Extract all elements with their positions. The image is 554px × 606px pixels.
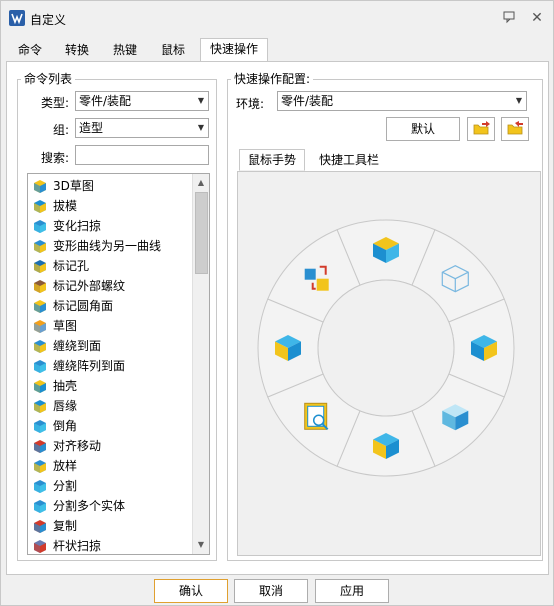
list-item-label: 杆状扫掠 xyxy=(53,539,102,553)
hole-mark-icon xyxy=(34,260,46,273)
cancel-button[interactable]: 取消 xyxy=(234,579,308,603)
tab-commands[interactable]: 命令 xyxy=(7,39,53,61)
customize-dialog: 自定义 ✕ 命令 转换 热键 鼠标 快速操作 命令列表 类型: 零件/装配 ▼ … xyxy=(0,0,554,606)
list-item-label: 缠绕到面 xyxy=(53,339,102,353)
chevron-down-icon: ▼ xyxy=(197,96,204,105)
group-select[interactable]: 造型 ▼ xyxy=(75,118,209,138)
type-label: 类型: xyxy=(41,96,70,110)
folder-open-icon xyxy=(473,121,490,135)
scroll-up-icon[interactable]: ▲ xyxy=(193,175,209,191)
list-item-label: 标记圆角面 xyxy=(53,299,114,313)
copy-icon xyxy=(34,520,46,533)
fillet-mark-icon xyxy=(34,300,46,313)
scroll-thumb[interactable] xyxy=(195,192,208,274)
wrap-face-icon xyxy=(34,340,46,353)
list-item-label: 标记孔 xyxy=(53,259,90,273)
morph-curve-icon xyxy=(34,240,46,253)
ok-button[interactable]: 确认 xyxy=(154,579,228,603)
command-listbox[interactable]: 3D草图拔模变化扫掠变形曲线为另一曲线 标记孔标记外部螺纹 标记圆角面草图缠绕到面缠… xyxy=(27,173,210,555)
type-value: 零件/装配 xyxy=(79,94,132,108)
list-item-label: 分割 xyxy=(53,479,78,493)
align-move-icon xyxy=(34,440,46,453)
chamfer-icon xyxy=(34,420,46,433)
scroll-down-icon[interactable]: ▼ xyxy=(193,537,209,553)
list-item-label: 标记外部螺纹 xyxy=(53,279,126,293)
loft-icon xyxy=(34,460,46,473)
thread-mark-icon xyxy=(34,280,46,293)
app-logo-icon xyxy=(9,10,25,26)
folder-save-icon xyxy=(507,121,523,135)
gesture-area xyxy=(237,171,541,556)
apply-button[interactable]: 应用 xyxy=(315,579,389,603)
split-icon xyxy=(34,480,46,493)
env-select[interactable]: 零件/装配 ▼ xyxy=(277,91,527,111)
split-multi-icon xyxy=(34,500,46,513)
wrap-pattern-icon xyxy=(34,360,46,373)
list-item-label: 唇缘 xyxy=(53,399,78,413)
wheel-center xyxy=(317,279,455,417)
list-item-label: 变化扫掠 xyxy=(53,219,102,233)
chevron-down-icon: ▼ xyxy=(197,123,204,132)
list-item-label: 缠绕阵列到面 xyxy=(53,359,126,373)
list-scrollbar[interactable]: ▲ ▼ xyxy=(192,174,209,554)
import-button[interactable] xyxy=(467,117,495,141)
list-item-label: 抽壳 xyxy=(53,379,78,393)
group-label: 组: xyxy=(53,123,70,137)
window-title: 自定义 xyxy=(30,13,67,27)
variable-sweep-icon xyxy=(34,220,46,233)
shell-icon xyxy=(34,380,46,393)
default-button[interactable]: 默认 xyxy=(386,117,460,141)
chevron-down-icon: ▼ xyxy=(515,96,522,105)
list-item-label: 变形曲线为另一曲线 xyxy=(53,239,162,253)
sketch-icon xyxy=(34,320,46,333)
tab-convert[interactable]: 转换 xyxy=(53,39,101,61)
draft-icon xyxy=(34,200,46,213)
lip-icon xyxy=(34,400,46,413)
list-item-label: 拔模 xyxy=(53,199,78,213)
list-item-label: 分割多个实体 xyxy=(53,499,126,513)
tab-mouse[interactable]: 鼠标 xyxy=(149,39,197,61)
group-value: 造型 xyxy=(79,121,104,135)
search-label: 搜索: xyxy=(41,151,70,165)
list-item-label: 草图 xyxy=(53,319,78,333)
help-icon[interactable] xyxy=(501,10,517,26)
search-input[interactable] xyxy=(75,145,209,165)
close-icon[interactable]: ✕ xyxy=(529,10,545,26)
command-list-title: 命令列表 xyxy=(21,70,76,87)
list-item-label: 倒角 xyxy=(53,419,78,433)
subtab-mouse-gesture[interactable]: 鼠标手势 xyxy=(239,149,305,171)
gesture-wheel xyxy=(257,219,515,477)
tab-quick-actions[interactable]: 快速操作 xyxy=(200,38,268,62)
tab-hotkeys[interactable]: 热键 xyxy=(101,39,149,61)
type-select[interactable]: 零件/装配 ▼ xyxy=(75,91,209,111)
env-label: 环境: xyxy=(236,97,265,111)
env-value: 零件/装配 xyxy=(281,94,334,108)
quick-config-title: 快速操作配置: xyxy=(231,70,314,87)
rod-sweep-icon xyxy=(34,540,46,553)
list-item-label: 放样 xyxy=(53,459,78,473)
sketch-3d-icon xyxy=(34,180,46,193)
list-item-label: 复制 xyxy=(53,519,78,533)
title-bar: 自定义 ✕ xyxy=(1,1,553,35)
list-item-label: 3D草图 xyxy=(53,179,94,193)
document-view-icon[interactable] xyxy=(304,402,329,431)
subtab-quick-toolbar[interactable]: 快捷工具栏 xyxy=(309,149,389,171)
list-item-label: 对齐移动 xyxy=(53,439,102,453)
export-button[interactable] xyxy=(501,117,529,141)
